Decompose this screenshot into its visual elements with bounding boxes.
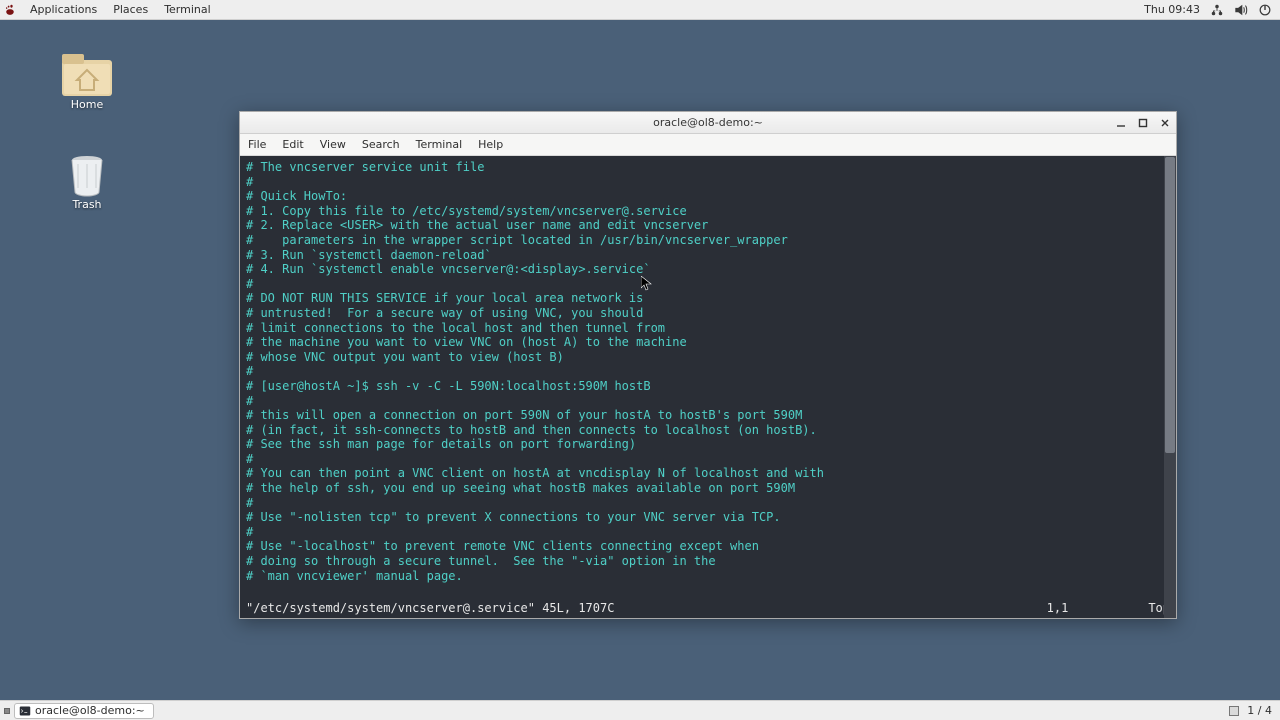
terminal-scrollbar[interactable] [1164,156,1176,618]
workspace-indicator: 1 / 4 [1247,704,1272,717]
terminal-body[interactable]: # The vncserver service unit file # # Qu… [240,156,1176,618]
vim-status-file: "/etc/systemd/system/vncserver@.service"… [246,601,614,615]
menu-places[interactable]: Places [105,0,156,20]
panel-clock[interactable]: Thu 09:43 [1144,3,1200,16]
vim-status-line: "/etc/systemd/system/vncserver@.service"… [240,598,1176,618]
taskbar-show-desktop[interactable] [4,708,10,714]
window-title: oracle@ol8-demo:~ [306,116,1110,129]
menu-applications[interactable]: Applications [22,0,105,20]
volume-icon[interactable] [1234,3,1248,17]
menubar-terminal[interactable]: Terminal [408,134,471,156]
terminal-window: oracle@ol8-demo:~ File Edit View Search … [239,111,1177,619]
power-icon[interactable] [1258,3,1272,17]
bottom-taskbar: oracle@ol8-demo:~ 1 / 4 [0,700,1280,720]
menubar-edit[interactable]: Edit [274,134,311,156]
mouse-cursor-icon [641,276,653,292]
desktop-trash-icon[interactable]: Trash [42,152,132,211]
vim-status-pos: 1,1 [1047,601,1069,615]
menubar-search[interactable]: Search [354,134,408,156]
window-titlebar[interactable]: oracle@ol8-demo:~ [240,112,1176,134]
desktop-home-label: Home [42,98,132,111]
taskbar-task-label: oracle@ol8-demo:~ [35,704,145,717]
menubar-file[interactable]: File [240,134,274,156]
menu-terminal[interactable]: Terminal [156,0,219,20]
terminal-menubar: File Edit View Search Terminal Help [240,134,1176,156]
window-close-button[interactable] [1154,112,1176,134]
gnome-top-panel: Applications Places Terminal Thu 09:43 [0,0,1280,20]
window-maximize-button[interactable] [1132,112,1154,134]
menubar-help[interactable]: Help [470,134,511,156]
desktop-home-icon[interactable]: Home [42,52,132,111]
taskbar-task-terminal[interactable]: oracle@ol8-demo:~ [14,703,154,719]
window-minimize-button[interactable] [1110,112,1132,134]
network-icon[interactable] [1210,3,1224,17]
menubar-view[interactable]: View [312,134,354,156]
desktop-trash-label: Trash [42,198,132,211]
gnome-foot-icon [4,4,16,16]
workspace-switcher[interactable] [1229,706,1239,716]
